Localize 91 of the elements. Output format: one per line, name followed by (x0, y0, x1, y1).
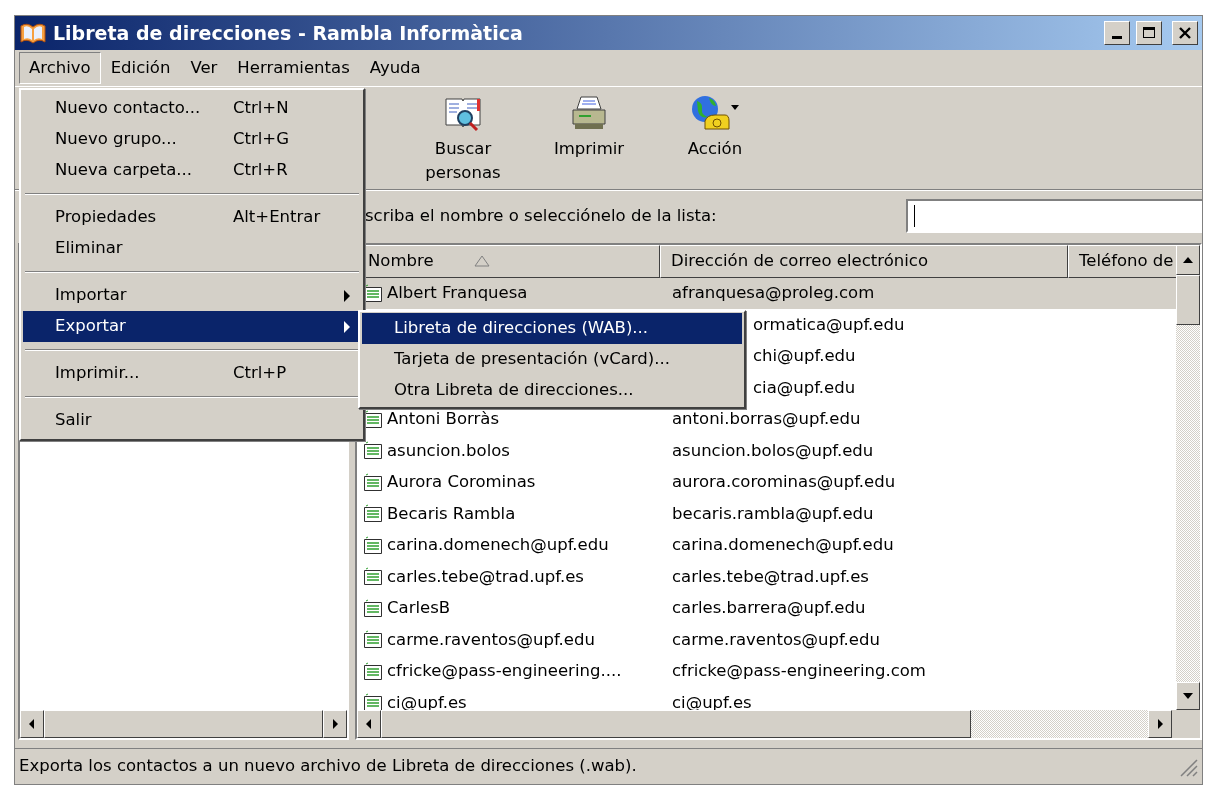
toolbar-button[interactable]: Buscar personas (403, 93, 523, 185)
left-arrow-icon (28, 718, 36, 730)
contact-name: Albert Franquesa (387, 282, 528, 305)
toolbar-button[interactable]: Acción (655, 93, 775, 161)
minimize-icon (1112, 35, 1122, 39)
menu-item[interactable]: Salir (23, 405, 361, 436)
contact-card-icon (363, 567, 385, 587)
search-field[interactable] (906, 199, 1202, 233)
menu-item[interactable]: Herramientas (227, 51, 360, 85)
contact-name: CarlesB (387, 597, 451, 620)
menu-item[interactable]: Libreta de direcciones (WAB)... (362, 313, 742, 344)
contact-name: carina.domenech@upf.edu (387, 534, 609, 557)
scroll-right-button[interactable] (323, 710, 347, 738)
contact-card-icon (363, 630, 385, 650)
toolbar-button[interactable]: Imprimir (529, 93, 649, 161)
contact-row[interactable]: asuncion.bolos asuncion.bolos@upf.edu (357, 435, 1176, 467)
maximize-icon (1142, 26, 1156, 40)
contact-row[interactable]: carles.tebe@trad.upf.es carles.tebe@trad.upf.es (357, 561, 1176, 593)
search-label: scriba el nombre o selecciónelo de la lista: (365, 204, 717, 227)
right-arrow-icon (1156, 718, 1164, 730)
globe-phone-icon (692, 96, 739, 130)
contact-row[interactable]: cfricke@pass-engineering.... cfricke@pass-engineering.com (357, 655, 1176, 688)
contact-card-icon (363, 535, 385, 556)
menu-item[interactable]: Edición (100, 51, 181, 85)
contact-email: carina.domenech@upf.edu (671, 534, 894, 557)
down-arrow-icon (1182, 692, 1194, 700)
menu-item[interactable]: Nueva carpeta... Ctrl+R (23, 155, 361, 186)
menu-item[interactable]: Nuevo grupo... Ctrl+G (23, 124, 361, 155)
contact-email: carme.raventos@upf.edu (671, 628, 880, 651)
menu-item[interactable]: Propiedades Alt+Entrar (23, 202, 361, 233)
contact-email: aurora.corominas@upf.edu (671, 471, 896, 494)
contact-name: Aurora Corominas (387, 471, 536, 494)
address-book-icon (19, 21, 47, 45)
scroll-up-button[interactable] (1176, 245, 1200, 275)
scrollbar-corner (1172, 710, 1200, 738)
contact-row[interactable]: carina.domenech@upf.edu carina.domenech@upf.edu (357, 529, 1176, 562)
menu-item[interactable]: Imprimir... Ctrl+P (23, 358, 361, 389)
left-arrow-icon (365, 718, 373, 730)
contact-email: cfricke@pass-engineering.com (671, 660, 926, 683)
menu-item[interactable]: Otra Libreta de direcciones... (362, 375, 742, 406)
contact-email: afranquesa@proleg.com (671, 282, 875, 305)
contact-card-icon (363, 504, 385, 524)
contact-name: carme.raventos@upf.edu (387, 628, 595, 651)
window-title: Libreta de direcciones - Rambla Informàtica (53, 20, 524, 46)
menu-item[interactable]: Archivo (19, 51, 101, 85)
menu-item[interactable]: Exportar (23, 311, 361, 342)
menu-item[interactable]: Nuevo contacto... Ctrl+N (23, 93, 361, 124)
contact-name: Antoni Borràs (387, 408, 499, 431)
contact-email: becaris.rambla@upf.edu (671, 502, 874, 525)
contact-card-icon (363, 441, 385, 461)
minimize-button[interactable] (1104, 21, 1130, 45)
horizontal-scrollbar[interactable] (357, 710, 1200, 738)
up-arrow-icon (1182, 256, 1194, 264)
contact-card-icon (363, 598, 385, 619)
contact-name: carles.tebe@trad.upf.es (387, 565, 584, 588)
submenu-arrow-icon (343, 319, 351, 334)
contact-email: asuncion.bolos@upf.edu (671, 439, 874, 462)
right-arrow-icon (331, 718, 339, 730)
contact-card-icon (363, 661, 385, 682)
column-header[interactable]: Teléfono de (1068, 245, 1176, 278)
menu-item[interactable]: Tarjeta de presentación (vCard)... (362, 344, 742, 375)
menu-item[interactable]: Ayuda (359, 51, 431, 85)
scroll-left-button[interactable] (20, 710, 44, 738)
contact-email: carles.tebe@trad.upf.es (671, 565, 869, 588)
close-icon (1178, 26, 1192, 40)
scroll-right-button[interactable] (1148, 710, 1172, 738)
contact-name: cfricke@pass-engineering.... (387, 660, 622, 683)
column-header[interactable]: Dirección de correo electrónico (660, 245, 1068, 278)
contact-card-icon (363, 472, 385, 493)
contact-row[interactable]: Becaris Rambla becaris.rambla@upf.edu (357, 498, 1176, 530)
contact-row[interactable]: carme.raventos@upf.edu carme.raventos@upf.edu (357, 624, 1176, 656)
contact-row[interactable]: CarlesB carles.barrera@upf.edu (357, 592, 1176, 625)
vertical-scrollbar[interactable] (1176, 245, 1200, 710)
printer-icon (572, 96, 606, 129)
submenu-arrow-icon (343, 288, 351, 303)
maximize-button[interactable] (1136, 21, 1162, 45)
resize-grip-icon (1178, 756, 1198, 777)
scrollbar-thumb[interactable] (381, 710, 971, 738)
scrollbar-thumb[interactable] (1176, 275, 1200, 325)
book-magnifier-icon (445, 98, 481, 132)
contact-name: Becaris Rambla (387, 502, 516, 525)
scroll-down-button[interactable] (1176, 682, 1200, 710)
close-button[interactable] (1172, 21, 1198, 45)
contact-name: asuncion.bolos (387, 439, 510, 462)
scroll-left-button[interactable] (357, 710, 381, 738)
contact-email: carles.barrera@upf.edu (671, 597, 866, 620)
contact-email: antoni.borras@upf.edu (671, 408, 861, 431)
menu-item[interactable]: Ver (180, 51, 228, 85)
status-text: Exporta los contactos a un nuevo archivo de Libreta de direcciones (.wab). (19, 755, 638, 778)
contact-card-icon (363, 693, 385, 710)
contact-row[interactable]: Aurora Corominas aurora.corominas@upf.edu (357, 466, 1176, 499)
